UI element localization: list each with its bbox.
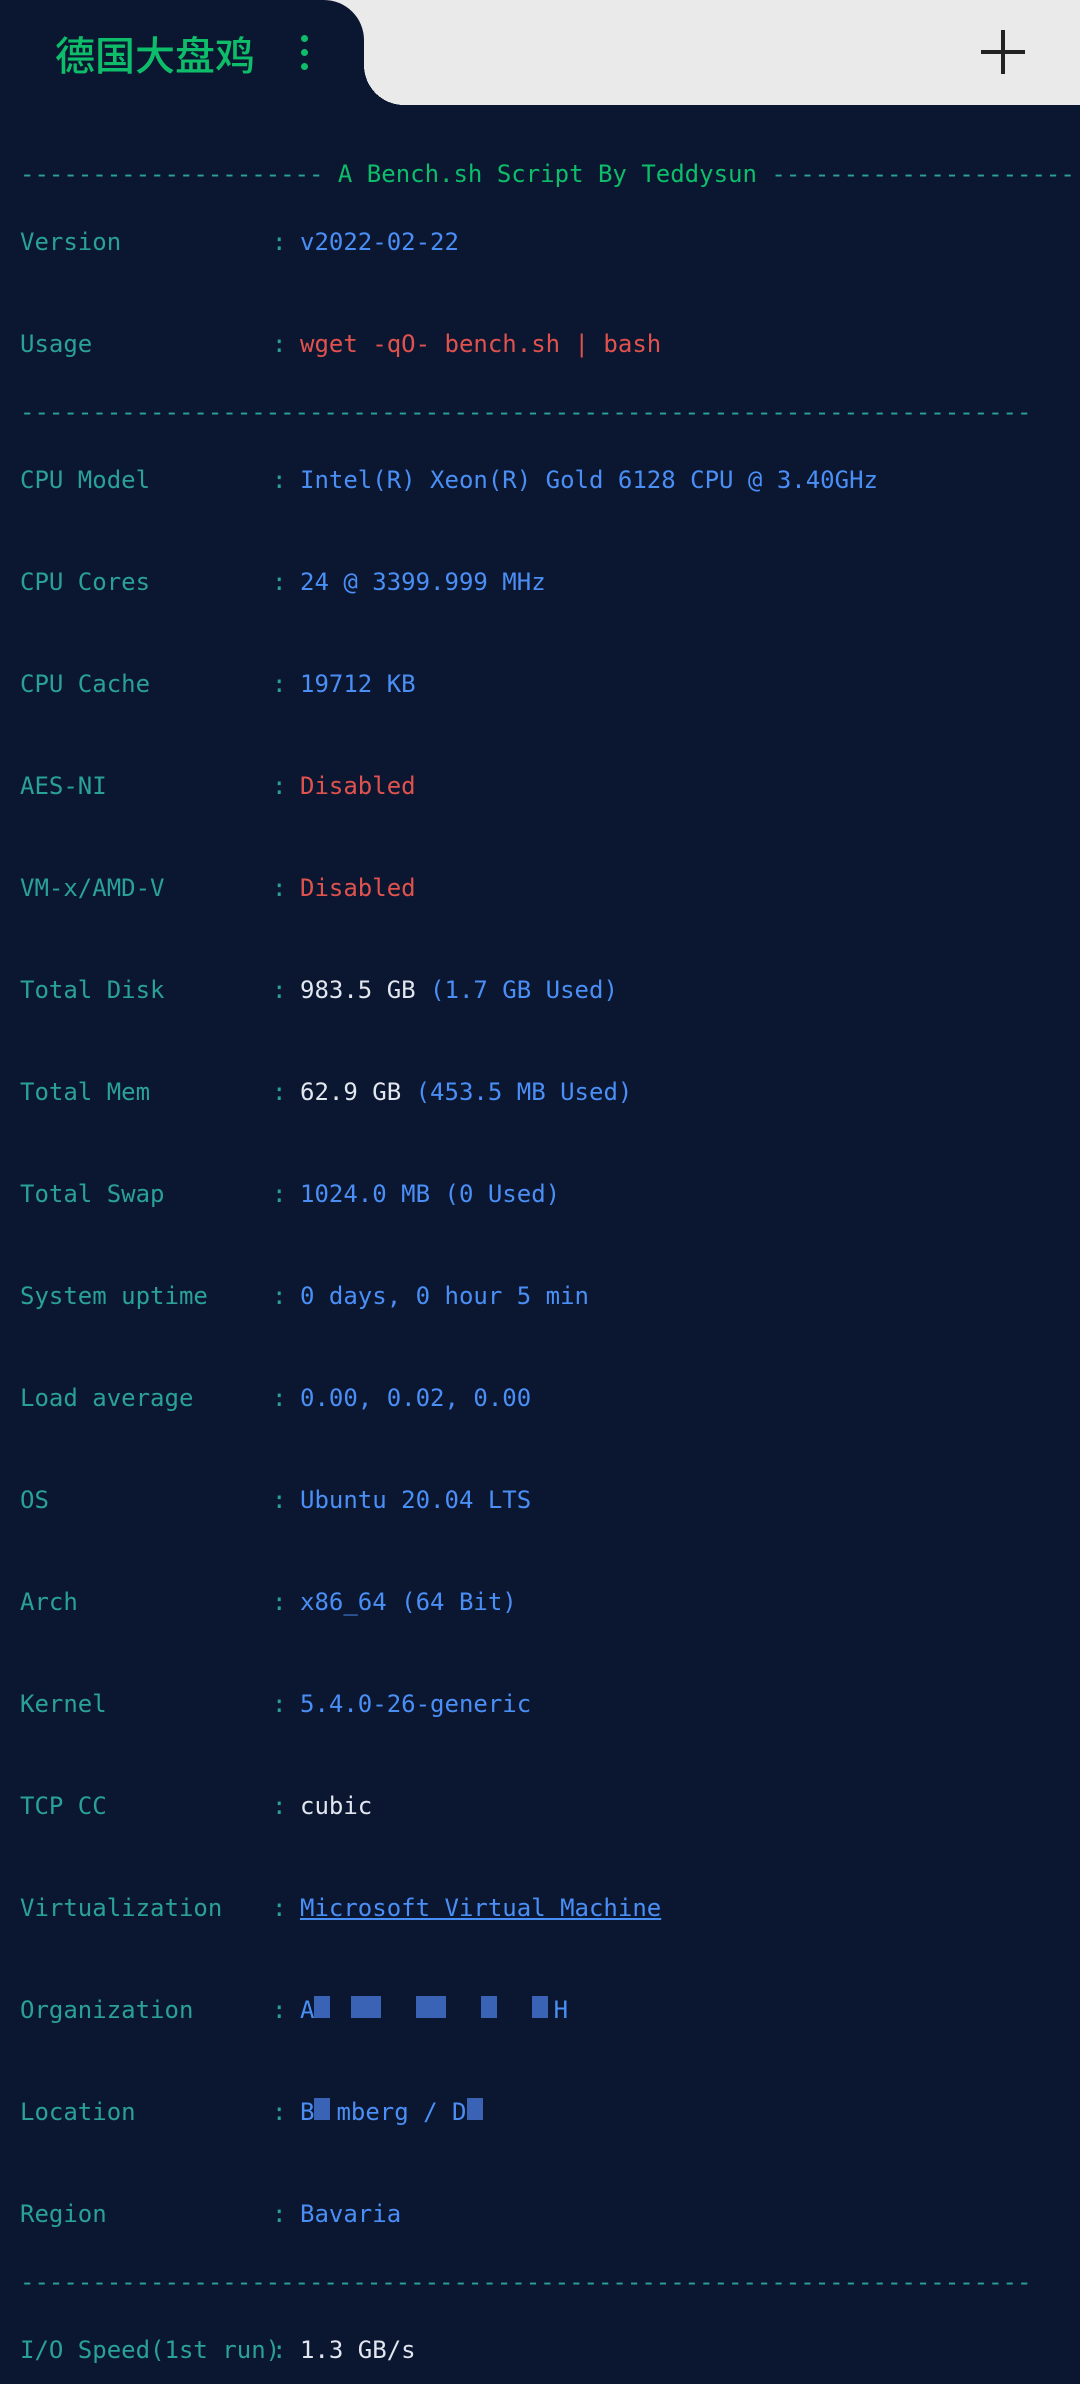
value-swap: 1024.0 MB (0 Used) <box>300 1177 1060 1211</box>
tab-title: 德国大盘鸡 <box>55 24 255 82</box>
value-usage: wget -qO- bench.sh | bash <box>300 327 1060 361</box>
label-uptime: System uptime <box>20 1279 272 1313</box>
label-org: Organization <box>20 1993 272 2027</box>
label-arch: Arch <box>20 1585 272 1619</box>
divider: ----------------------------------------… <box>20 2268 1031 2296</box>
terminal-output[interactable]: --------------------- A Bench.sh Script … <box>0 105 1080 2384</box>
value-io1: 1.3 GB/s <box>300 2333 1060 2367</box>
label-usage: Usage <box>20 327 272 361</box>
label-vmx: VM-x/AMD-V <box>20 871 272 905</box>
value-cpu-cores: 24 @ 3399.999 MHz <box>300 565 1060 599</box>
value-mem-total: 62.9 GB <box>300 1078 401 1106</box>
value-org: A H <box>300 1993 1060 2027</box>
label-version: Version <box>20 225 272 259</box>
tab-bar: 德国大盘鸡 <box>0 0 1080 105</box>
value-uptime: 0 days, 0 hour 5 min <box>300 1279 1060 1313</box>
label-cpu-cache: CPU Cache <box>20 667 272 701</box>
label-os: OS <box>20 1483 272 1517</box>
label-mem: Total Mem <box>20 1075 272 1109</box>
value-cpu-model: Intel(R) Xeon(R) Gold 6128 CPU @ 3.40GHz <box>300 463 1060 497</box>
tab-menu-icon[interactable] <box>295 29 314 76</box>
value-aesni: Disabled <box>300 769 1060 803</box>
divider: ----------------------------------------… <box>20 398 1031 426</box>
value-location: Bmberg / D <box>300 2095 1060 2129</box>
value-version: v2022-02-22 <box>300 225 1060 259</box>
value-os: Ubuntu 20.04 LTS <box>300 1483 1060 1517</box>
new-tab-button[interactable] <box>981 30 1025 74</box>
label-location: Location <box>20 2095 272 2129</box>
value-arch: x86_64 (64 Bit) <box>300 1585 1060 1619</box>
value-disk-used: (1.7 GB Used) <box>430 976 618 1004</box>
value-region: Bavaria <box>300 2197 1060 2231</box>
label-kernel: Kernel <box>20 1687 272 1721</box>
label-region: Region <box>20 2197 272 2231</box>
label-io1: I/O Speed(1st run) <box>20 2333 272 2367</box>
label-cpu-cores: CPU Cores <box>20 565 272 599</box>
label-virt: Virtualization <box>20 1891 272 1925</box>
value-vmx: Disabled <box>300 871 1060 905</box>
active-tab[interactable]: 德国大盘鸡 <box>0 0 364 105</box>
label-aesni: AES-NI <box>20 769 272 803</box>
value-load: 0.00, 0.02, 0.00 <box>300 1381 1060 1415</box>
label-load: Load average <box>20 1381 272 1415</box>
value-mem-used: (453.5 MB Used) <box>416 1078 633 1106</box>
header-line: --------------------- A Bench.sh Script … <box>20 160 1075 188</box>
label-disk: Total Disk <box>20 973 272 1007</box>
value-kernel: 5.4.0-26-generic <box>300 1687 1060 1721</box>
value-disk-total: 983.5 GB <box>300 976 416 1004</box>
label-cpu-model: CPU Model <box>20 463 272 497</box>
value-cpu-cache: 19712 KB <box>300 667 1060 701</box>
label-tcpcc: TCP CC <box>20 1789 272 1823</box>
value-virt: Microsoft Virtual Machine <box>300 1891 1060 1925</box>
value-tcpcc: cubic <box>300 1789 1060 1823</box>
label-swap: Total Swap <box>20 1177 272 1211</box>
